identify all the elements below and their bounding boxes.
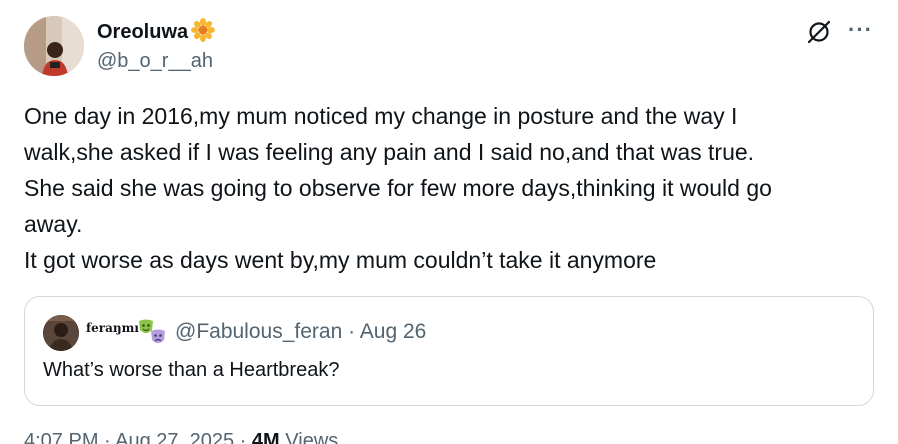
- quoted-tweet-meta[interactable]: @Fabulous_feran · Aug 26: [175, 320, 426, 344]
- tweet-timestamp-views: 4:07 PM · Aug 27, 2025 · 4M Views: [24, 430, 338, 444]
- more-options-icon[interactable]: ···: [848, 19, 873, 41]
- tweet-text-line: She said she was going to observe for fe…: [24, 175, 772, 201]
- quoted-tweet-card[interactable]: feraŋmı @Fabulous_feran · Aug 26 What’s …: [24, 296, 874, 406]
- theater-masks-icon: [137, 318, 169, 351]
- tweet-timestamp[interactable]: 4:07 PM · Aug 27, 2025 ·: [24, 430, 252, 444]
- author-display-name[interactable]: Oreoluwa: [97, 21, 188, 44]
- tweet-text-line: away.: [24, 211, 83, 237]
- views-count: 4M: [251, 430, 280, 444]
- views-label: Views: [279, 430, 339, 444]
- tweet-text-line: It got worse as days went by,my mum coul…: [24, 247, 657, 273]
- tweet-text-line: walk,she asked if I was feeling any pain…: [24, 139, 755, 165]
- quoted-tweet-text: What’s worse than a Heartbreak?: [43, 359, 340, 381]
- sunflower-icon: [191, 17, 216, 47]
- tweet-text: One day in 2016,my mum noticed my change…: [24, 98, 874, 278]
- author-avatar[interactable]: [24, 16, 84, 76]
- quoted-author-name: feraŋmı: [86, 321, 139, 335]
- tweet-text-line: One day in 2016,my mum noticed my change…: [24, 103, 738, 129]
- quoted-author-avatar: [43, 315, 79, 351]
- author-name-row: Oreoluwa: [97, 17, 216, 47]
- grok-icon[interactable]: [806, 19, 832, 50]
- author-handle[interactable]: @b_o_r__ah: [97, 50, 213, 73]
